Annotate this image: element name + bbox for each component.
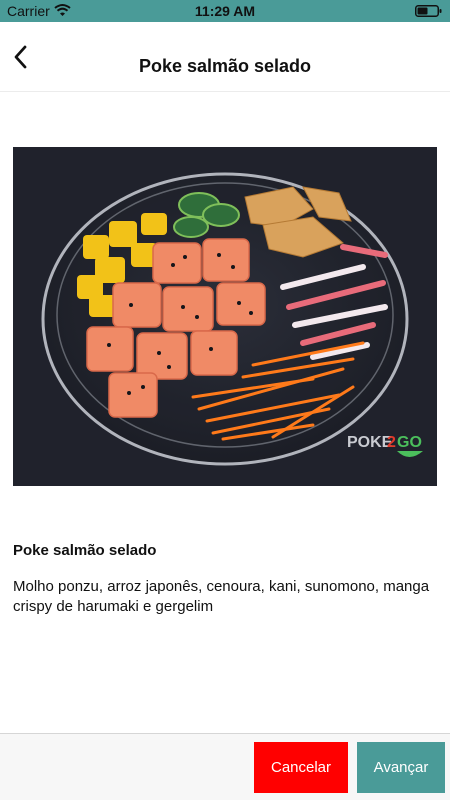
svg-text:GO: GO: [397, 434, 422, 451]
battery-icon: [415, 5, 442, 17]
navigation-bar: Poke salmão selado: [0, 22, 450, 92]
status-bar: Carrier 11:29 AM: [0, 0, 450, 22]
watermark-logo: POKE: [347, 434, 393, 451]
product-description: Molho ponzu, arroz japonês, cenoura, kan…: [13, 578, 430, 615]
cancel-button[interactable]: Cancelar: [254, 742, 348, 793]
footer-action-bar: Cancelar Avançar: [0, 733, 450, 800]
poke-bowl-image: POKE 2 GO: [13, 147, 437, 486]
product-photo: POKE 2 GO: [13, 147, 437, 486]
clock-time: 11:29 AM: [194, 3, 256, 19]
svg-text:2: 2: [387, 434, 396, 451]
page-title: Poke salmão selado: [138, 56, 312, 76]
product-name: Poke salmão selado: [13, 542, 157, 559]
next-button[interactable]: Avançar: [357, 742, 445, 793]
